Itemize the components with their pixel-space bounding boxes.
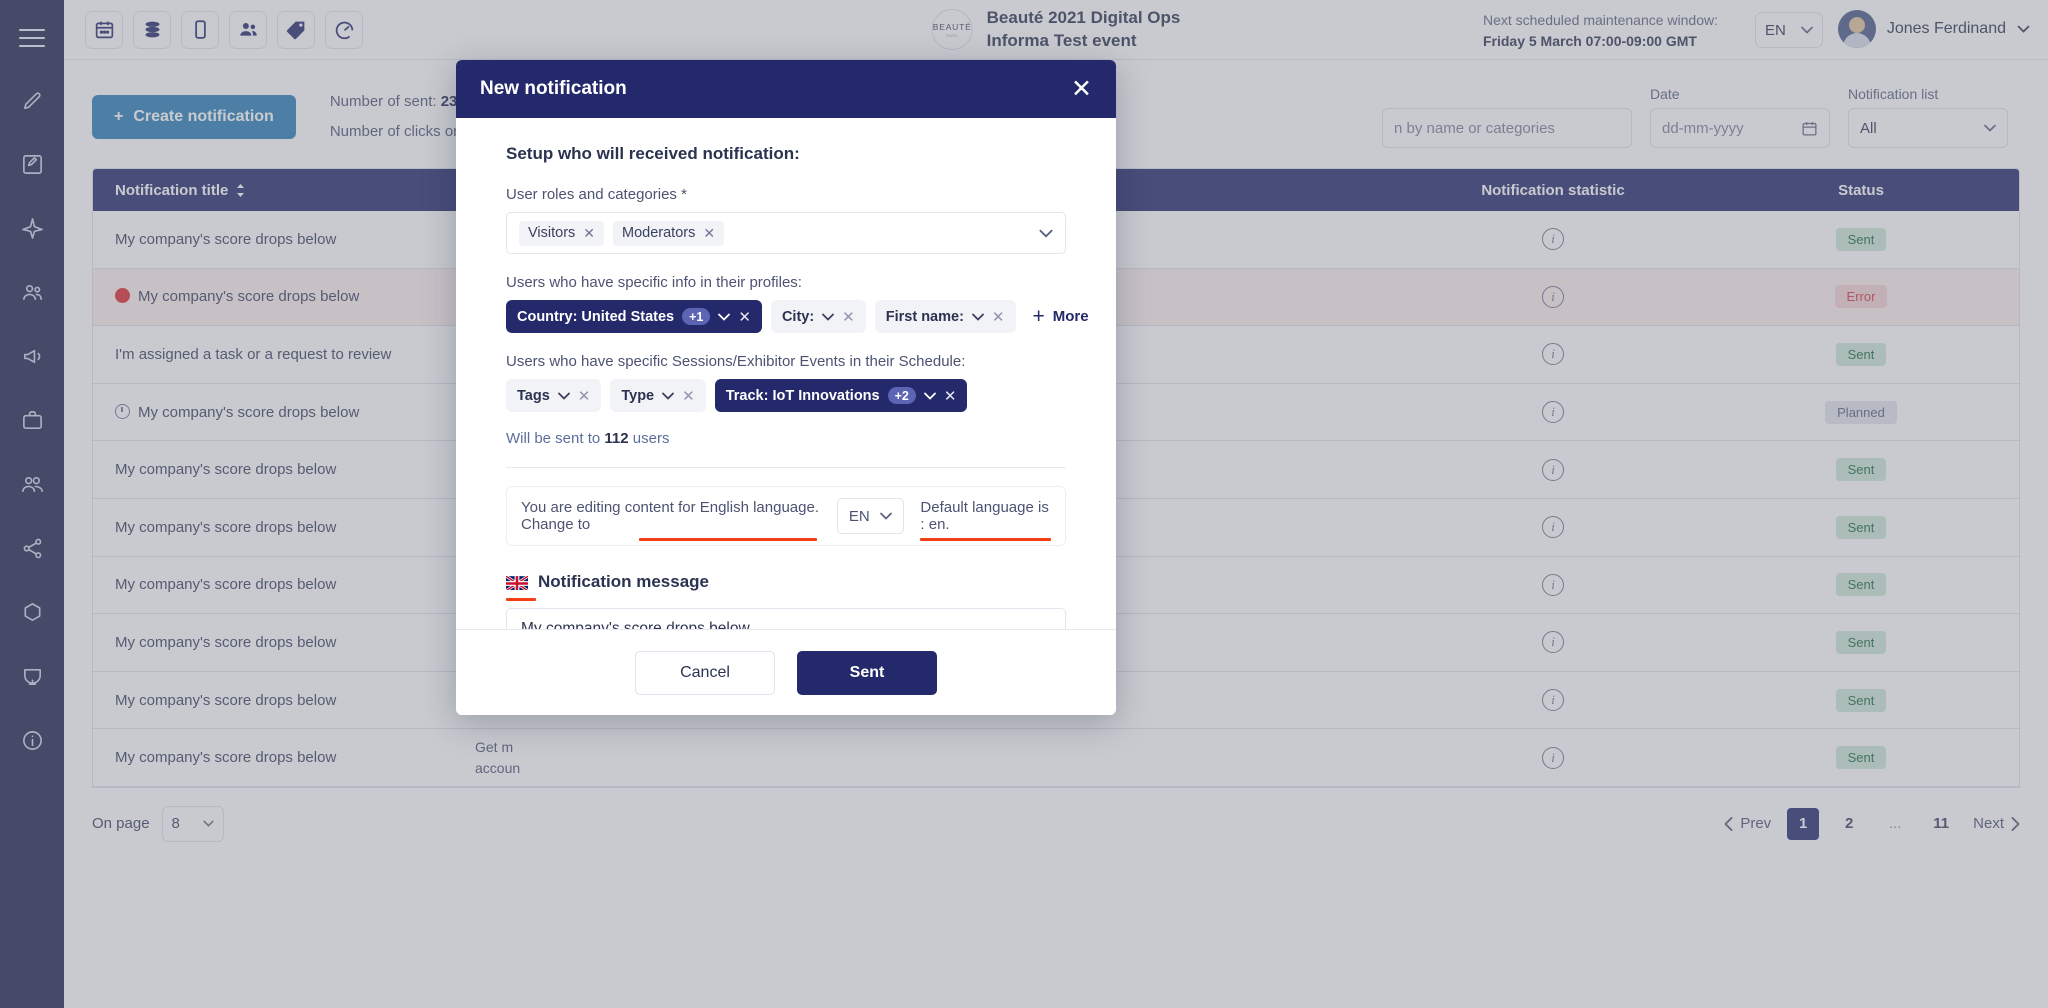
uk-flag-icon: [506, 574, 528, 590]
modal-body: Setup who will received notification: Us…: [456, 118, 1116, 629]
filter-chip-label: City:: [781, 308, 815, 325]
role-tag-label: Visitors: [528, 225, 576, 241]
notification-title-input[interactable]: My company's score drops below: [506, 608, 1066, 629]
chevron-down-icon[interactable]: [662, 392, 675, 400]
language-edit-text: You are editing content for English lang…: [521, 499, 821, 541]
role-tag-label: Moderators: [622, 225, 696, 241]
recipients-suffix: users: [632, 430, 670, 447]
annotation-underline-3: [506, 598, 536, 601]
chevron-down-icon[interactable]: [972, 313, 984, 321]
modal-footer: Cancel Sent: [456, 629, 1116, 715]
filter-chip-label: Track: IoT Innovations: [725, 387, 880, 404]
filter-chip[interactable]: Type ✕: [610, 379, 706, 412]
role-tag[interactable]: Moderators ✕: [613, 220, 725, 246]
filter-chip[interactable]: City: ✕: [770, 300, 866, 333]
new-notification-modal: New notification ✕ Setup who will receiv…: [456, 60, 1116, 715]
notification-title-value: My company's score drops below: [521, 620, 750, 629]
add-more-filter-button[interactable]: + More: [1033, 306, 1089, 327]
profiles-chip-row: Country: United States +1 ✕ City: ✕ First nam…: [506, 300, 1089, 333]
annotation-underline-2: [920, 538, 1051, 541]
language-select[interactable]: EN: [836, 498, 905, 534]
remove-tag-icon[interactable]: ✕: [583, 225, 595, 242]
role-tag[interactable]: Visitors ✕: [519, 220, 605, 246]
profile-chip-list: Country: United States +1 ✕ City: ✕ First nam…: [506, 300, 1016, 333]
language-edit-label: You are editing content for English lang…: [521, 499, 820, 533]
annotation-underline-1: [639, 538, 817, 541]
filter-chip-label: Country: United States: [517, 308, 675, 325]
plus-icon: +: [1032, 305, 1045, 328]
language-edit-bar: You are editing content for English lang…: [506, 486, 1066, 546]
filter-chip[interactable]: Tags ✕: [506, 379, 602, 412]
filter-chip-count: +2: [887, 387, 916, 404]
sessions-label: Users who have specific Sessions/Exhibit…: [506, 353, 966, 370]
chevron-down-icon: [880, 512, 893, 520]
user-roles-label: User roles and categories *: [506, 186, 687, 203]
chevron-down-icon[interactable]: [557, 392, 570, 400]
user-roles-tag-list: Visitors ✕ Moderators ✕: [519, 220, 725, 246]
setup-section-title: Setup who will received notification:: [506, 144, 800, 163]
filter-chip-label: Tags: [517, 387, 550, 404]
divider: [506, 467, 1066, 468]
filter-chip[interactable]: First name: ✕: [874, 300, 1016, 333]
remove-chip-icon[interactable]: ✕: [842, 308, 855, 326]
default-language-label: Default language is : en.: [920, 499, 1049, 533]
remove-chip-icon[interactable]: ✕: [944, 387, 957, 405]
add-more-filter-label: More: [1052, 308, 1089, 325]
sessions-chip-row: Tags ✕ Type ✕ Track: IoT Innovations +2 ✕: [506, 379, 1066, 412]
recipients-count-value: 112: [604, 430, 629, 447]
remove-chip-icon[interactable]: ✕: [578, 387, 591, 405]
remove-chip-icon[interactable]: ✕: [682, 387, 695, 405]
filter-chip[interactable]: Track: IoT Innovations +2 ✕: [714, 379, 968, 412]
filter-chip-label: Type: [621, 387, 655, 404]
filter-chip-count: +1: [682, 308, 711, 325]
close-icon[interactable]: ✕: [1071, 76, 1092, 102]
notification-message-heading: Notification message: [506, 572, 1066, 601]
filter-chip[interactable]: Country: United States +1 ✕: [506, 300, 762, 333]
user-roles-select[interactable]: Visitors ✕ Moderators ✕: [506, 212, 1066, 254]
remove-tag-icon[interactable]: ✕: [703, 225, 715, 242]
remove-chip-icon[interactable]: ✕: [738, 308, 751, 326]
notification-message-title: Notification message: [538, 572, 709, 591]
session-chip-list: Tags ✕ Type ✕ Track: IoT Innovations +2 ✕: [506, 379, 968, 412]
recipients-prefix: Will be sent to: [506, 430, 601, 447]
profiles-label: Users who have specific info in their pr…: [506, 274, 802, 291]
modal-title: New notification: [480, 78, 627, 99]
send-button[interactable]: Sent: [797, 650, 937, 695]
remove-chip-icon[interactable]: ✕: [992, 308, 1005, 326]
chevron-down-icon[interactable]: [923, 392, 936, 400]
chevron-down-icon[interactable]: [718, 313, 731, 321]
recipients-count: Will be sent to 112 users: [506, 430, 1066, 447]
cancel-button[interactable]: Cancel: [635, 650, 775, 695]
language-select-value: EN: [848, 507, 870, 525]
default-language-text: Default language is : en.: [920, 499, 1051, 541]
chevron-down-icon[interactable]: [822, 313, 835, 321]
modal-header: New notification ✕: [456, 60, 1116, 118]
chevron-down-icon[interactable]: [1039, 229, 1053, 238]
filter-chip-label: First name:: [885, 308, 964, 325]
